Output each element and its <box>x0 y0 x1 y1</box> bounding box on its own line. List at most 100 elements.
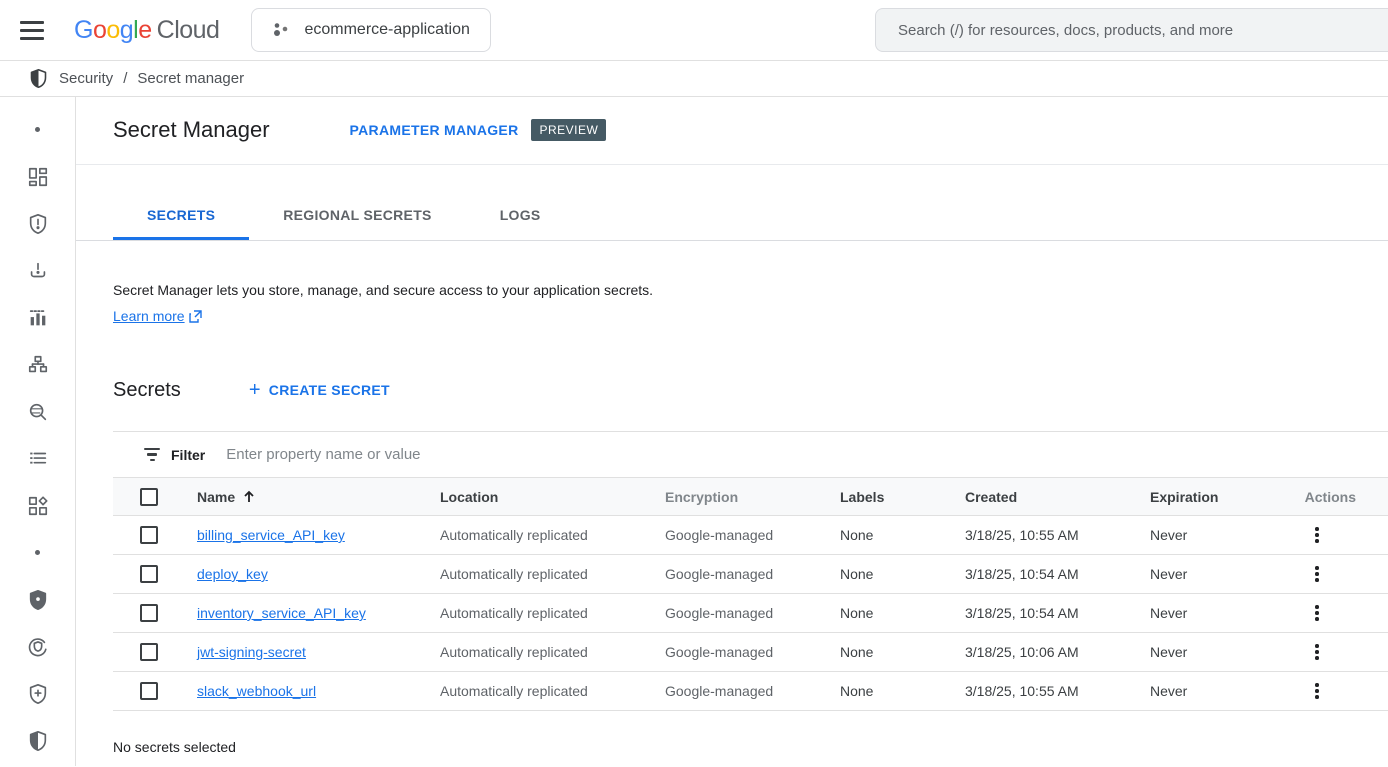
cell-expiration: Never <box>1150 605 1295 621</box>
learn-more-label: Learn more <box>113 303 185 329</box>
sidebar-item-compliance[interactable] <box>14 623 62 670</box>
top-bar: GoogleCloud ecommerce-application <box>0 0 1388 61</box>
tab-secrets[interactable]: SECRETS <box>113 193 249 240</box>
row-checkbox[interactable] <box>140 682 158 700</box>
cell-created: 3/18/25, 10:55 AM <box>965 527 1150 543</box>
cell-labels: None <box>840 527 965 543</box>
logo-letter: o <box>106 16 119 44</box>
sidebar-item-sources[interactable] <box>14 388 62 435</box>
tray-alert-icon <box>27 260 49 282</box>
list-icon <box>27 448 49 470</box>
column-header-created[interactable]: Created <box>965 489 1150 505</box>
column-header-labels[interactable]: Labels <box>840 489 965 505</box>
cell-created: 3/18/25, 10:55 AM <box>965 683 1150 699</box>
breadcrumb-security-link[interactable]: Security <box>59 70 113 87</box>
row-actions-menu-icon[interactable] <box>1311 523 1323 547</box>
cell-expiration: Never <box>1150 644 1295 660</box>
logo-letter: g <box>120 16 133 44</box>
row-actions-menu-icon[interactable] <box>1311 679 1323 703</box>
row-actions-menu-icon[interactable] <box>1311 562 1323 586</box>
sidebar-item-posture[interactable] <box>14 435 62 482</box>
logo-cloud-text: Cloud <box>157 16 220 44</box>
create-secret-label: CREATE SECRET <box>269 382 390 398</box>
cell-created: 3/18/25, 10:54 AM <box>965 605 1150 621</box>
sidebar-item-protect[interactable] <box>14 670 62 717</box>
create-secret-button[interactable]: + CREATE SECRET <box>241 374 398 406</box>
cell-expiration: Never <box>1150 566 1295 582</box>
cell-location: Automatically replicated <box>440 683 665 699</box>
sidebar-item-overview[interactable] <box>14 153 62 200</box>
row-actions-menu-icon[interactable] <box>1311 601 1323 625</box>
secrets-table: Filter Name Location Encryption Labels C… <box>113 431 1388 711</box>
project-selector-button[interactable]: ecommerce-application <box>251 8 490 52</box>
project-dots-icon <box>272 21 290 39</box>
network-icon <box>27 354 49 376</box>
hamburger-menu-icon[interactable] <box>20 15 50 45</box>
external-link-icon <box>189 310 202 323</box>
cell-encryption: Google-managed <box>665 527 840 543</box>
sidebar-item-assets[interactable] <box>14 341 62 388</box>
sidebar-item-threats[interactable] <box>14 200 62 247</box>
sidebar-item-secret-manager[interactable] <box>14 717 62 764</box>
cell-location: Automatically replicated <box>440 566 665 582</box>
column-header-actions: Actions <box>1295 489 1388 505</box>
plus-icon: + <box>249 380 261 400</box>
filter-icon <box>143 448 161 462</box>
row-checkbox[interactable] <box>140 565 158 583</box>
column-header-location[interactable]: Location <box>440 489 665 505</box>
secret-link[interactable]: billing_service_API_key <box>197 527 345 543</box>
parameter-manager-link[interactable]: PARAMETER MANAGER <box>350 122 519 138</box>
breadcrumb: Security / Secret manager <box>0 61 1388 97</box>
cell-location: Automatically replicated <box>440 527 665 543</box>
sidebar-item-services[interactable] <box>14 482 62 529</box>
filter-label: Filter <box>171 447 205 463</box>
row-checkbox[interactable] <box>140 604 158 622</box>
cell-encryption: Google-managed <box>665 644 840 660</box>
row-checkbox[interactable] <box>140 643 158 661</box>
secret-link[interactable]: jwt-signing-secret <box>197 644 306 660</box>
secret-link[interactable]: deploy_key <box>197 566 268 582</box>
security-shield-icon <box>28 68 49 89</box>
project-name: ecommerce-application <box>304 21 469 39</box>
tab-regional-secrets[interactable]: REGIONAL SECRETS <box>249 193 465 240</box>
main-content: Secret Manager PARAMETER MANAGER PREVIEW… <box>76 97 1388 766</box>
secret-link[interactable]: inventory_service_API_key <box>197 605 366 621</box>
compliance-shield-icon <box>27 636 49 658</box>
google-cloud-logo[interactable]: GoogleCloud <box>74 16 219 45</box>
secret-link[interactable]: slack_webhook_url <box>197 683 316 699</box>
sort-ascending-icon[interactable] <box>242 490 256 504</box>
sidebar-item-findings[interactable] <box>14 247 62 294</box>
select-all-checkbox[interactable] <box>140 488 158 506</box>
sidebar-item-access[interactable] <box>14 576 62 623</box>
column-header-name[interactable]: Name <box>197 489 235 505</box>
sidebar-item-dot[interactable] <box>14 106 62 153</box>
shield-alert-icon <box>27 213 49 235</box>
preview-badge: PREVIEW <box>531 119 606 141</box>
cell-encryption: Google-managed <box>665 566 840 582</box>
row-checkbox[interactable] <box>140 526 158 544</box>
page-description: Secret Manager lets you store, manage, a… <box>113 277 1388 329</box>
dot-icon <box>35 127 40 132</box>
breadcrumb-current-page: Secret manager <box>137 70 244 87</box>
description-text: Secret Manager lets you store, manage, a… <box>113 277 1388 303</box>
cell-location: Automatically replicated <box>440 644 665 660</box>
cell-labels: None <box>840 644 965 660</box>
table-row: inventory_service_API_key Automatically … <box>113 594 1388 633</box>
cell-encryption: Google-managed <box>665 683 840 699</box>
tab-bar: SECRETS REGIONAL SECRETS LOGS <box>76 193 1388 241</box>
apps-grid-icon <box>27 495 49 517</box>
shield-filled-icon <box>27 589 49 611</box>
search-input[interactable] <box>876 21 1388 40</box>
table-header-row: Name Location Encryption Labels Created … <box>113 478 1388 516</box>
sidebar-item-analytics[interactable] <box>14 294 62 341</box>
table-row: billing_service_API_key Automatically re… <box>113 516 1388 555</box>
filter-input[interactable] <box>224 445 1388 464</box>
cell-encryption: Google-managed <box>665 605 840 621</box>
row-actions-menu-icon[interactable] <box>1311 640 1323 664</box>
column-header-expiration[interactable]: Expiration <box>1150 489 1295 505</box>
tab-logs[interactable]: LOGS <box>466 193 575 240</box>
learn-more-link[interactable]: Learn more <box>113 303 202 329</box>
sidebar-item-dot[interactable] <box>14 529 62 576</box>
logo-letter: G <box>74 16 93 44</box>
secrets-section-header: Secrets + CREATE SECRET <box>113 374 1388 406</box>
